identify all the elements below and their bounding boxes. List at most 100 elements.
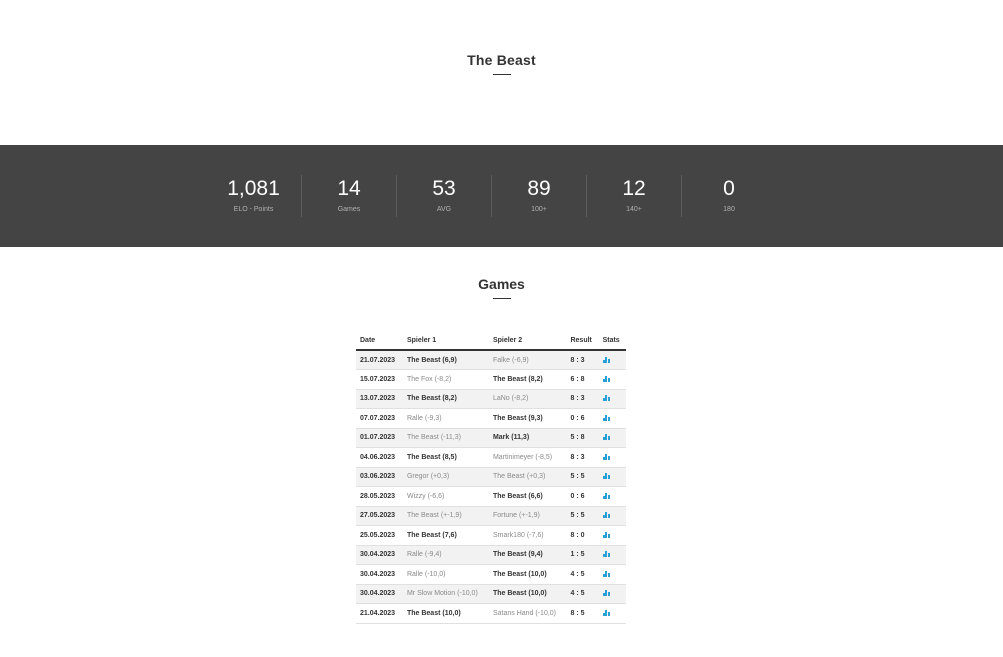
game-result: 8 : 3 bbox=[566, 350, 599, 370]
stats-chart-icon[interactable] bbox=[602, 531, 610, 538]
player-name[interactable]: Falke bbox=[493, 357, 510, 364]
stats-chart-icon[interactable] bbox=[602, 356, 610, 363]
table-row: 21.07.2023 The Beast (6,9) Falke (-6,9) 8 :… bbox=[356, 350, 626, 370]
player1-cell: The Beast (7,6) bbox=[402, 525, 489, 546]
player-name[interactable]: Ralle bbox=[407, 551, 423, 558]
game-date: 21.07.2023 bbox=[356, 350, 403, 370]
player-name[interactable]: The Beast bbox=[407, 395, 440, 402]
stats-chart-icon[interactable] bbox=[602, 434, 610, 441]
game-date: 30.04.2023 bbox=[356, 564, 403, 585]
stats-chart-icon[interactable] bbox=[602, 551, 610, 558]
stat-value: 12 bbox=[622, 177, 646, 200]
player-score: (-6,6) bbox=[427, 492, 445, 500]
player-name[interactable]: The Beast bbox=[407, 512, 439, 519]
game-stats-cell bbox=[598, 389, 626, 409]
stats-chart-icon[interactable] bbox=[602, 453, 610, 460]
game-stats-cell bbox=[598, 369, 626, 390]
column-header-result[interactable]: Result bbox=[566, 332, 599, 351]
game-date: 03.06.2023 bbox=[356, 467, 403, 487]
game-stats-cell bbox=[598, 525, 626, 546]
player1-cell: The Beast (6,9) bbox=[402, 350, 489, 370]
player-score: (8,2) bbox=[442, 395, 457, 403]
player-score: (-9,4) bbox=[424, 551, 442, 559]
player-name[interactable]: Ralle bbox=[407, 415, 423, 422]
player-name[interactable]: Mr Slow Motion bbox=[407, 590, 455, 597]
player1-cell: The Fox (-8,2) bbox=[402, 369, 489, 390]
game-date: 28.05.2023 bbox=[356, 486, 403, 507]
player2-cell: Fortune (+-1,9) bbox=[488, 506, 567, 526]
player-name[interactable]: The Beast bbox=[493, 473, 525, 480]
player-score: (8,2) bbox=[528, 375, 543, 383]
player-name[interactable]: The Beast bbox=[407, 532, 440, 539]
player-name[interactable]: The Beast bbox=[493, 571, 526, 578]
player-name[interactable]: Satans Hand bbox=[493, 610, 533, 617]
player-name[interactable]: The Fox bbox=[407, 376, 433, 383]
player-name[interactable]: The Beast bbox=[493, 590, 526, 597]
player-name[interactable]: The Beast bbox=[407, 434, 439, 441]
player-name[interactable]: Ralle bbox=[407, 571, 423, 578]
stat-value: 0 bbox=[723, 177, 735, 200]
player-name[interactable]: Gregor bbox=[407, 473, 429, 480]
player-name[interactable]: Fortune bbox=[493, 512, 517, 519]
stats-chart-icon[interactable] bbox=[602, 492, 610, 499]
stat-label: 180 bbox=[723, 206, 735, 213]
game-result: 5 : 5 bbox=[566, 467, 599, 487]
game-stats-cell bbox=[598, 506, 626, 526]
player-name[interactable]: Martinimeyer bbox=[493, 454, 533, 461]
game-date: 21.04.2023 bbox=[356, 603, 403, 624]
player-score: (10,0) bbox=[442, 609, 461, 617]
stats-chart-icon[interactable] bbox=[602, 473, 610, 480]
player-name[interactable]: Mark bbox=[493, 434, 509, 441]
player-score: (-9,3) bbox=[424, 414, 442, 422]
player-name[interactable]: Smark180 bbox=[493, 532, 525, 539]
table-row: 04.06.2023 The Beast (8,5) Martinimeyer (-… bbox=[356, 447, 626, 468]
games-body: 21.07.2023 The Beast (6,9) Falke (-6,9) 8 :… bbox=[356, 350, 626, 624]
player2-cell: Mark (11,3) bbox=[488, 428, 567, 448]
stats-chart-icon[interactable] bbox=[602, 395, 610, 402]
player-score: (-8,2) bbox=[511, 395, 529, 403]
stats-band: 1,081 ELO - Points 14 Games 53 AVG 89 10… bbox=[0, 145, 1003, 247]
stat-value: 14 bbox=[337, 177, 361, 200]
column-header-date[interactable]: Date bbox=[356, 332, 403, 351]
game-result: 8 : 5 bbox=[566, 603, 599, 624]
table-row: 15.07.2023 The Fox (-8,2) The Beast (8,2) 6… bbox=[356, 369, 626, 390]
player2-cell: The Beast (6,6) bbox=[488, 486, 567, 507]
game-result: 5 : 5 bbox=[566, 506, 599, 526]
page-title: The Beast bbox=[467, 52, 536, 68]
game-date: 01.07.2023 bbox=[356, 428, 403, 448]
game-date: 15.07.2023 bbox=[356, 369, 403, 390]
player1-cell: Ralle (-9,3) bbox=[402, 408, 489, 429]
table-row: 03.06.2023 Gregor (+0,3) The Beast (+0,3) 5… bbox=[356, 467, 626, 487]
player-name[interactable]: The Beast bbox=[493, 551, 526, 558]
game-stats-cell bbox=[598, 584, 626, 604]
player-name[interactable]: The Beast bbox=[407, 357, 440, 364]
player1-cell: Ralle (-9,4) bbox=[402, 545, 489, 565]
player-score: (-10,0) bbox=[457, 590, 478, 598]
player-name[interactable]: The Beast bbox=[407, 454, 440, 461]
stats-chart-icon[interactable] bbox=[602, 512, 610, 519]
stats-chart-icon[interactable] bbox=[602, 590, 610, 597]
player-name[interactable]: The Beast bbox=[493, 376, 526, 383]
stats-chart-icon[interactable] bbox=[602, 609, 610, 616]
player-name[interactable]: The Beast bbox=[407, 610, 440, 617]
stat-label: 100+ bbox=[531, 206, 547, 213]
player1-cell: Wizzy (-6,6) bbox=[402, 486, 489, 507]
table-header-row: Date Spieler 1 Spieler 2 Result Stats bbox=[356, 332, 626, 351]
player-name[interactable]: The Beast bbox=[493, 415, 526, 422]
player-name[interactable]: Wizzy bbox=[407, 493, 426, 500]
stats-chart-icon[interactable] bbox=[602, 414, 610, 421]
stats-chart-icon[interactable] bbox=[602, 570, 610, 577]
player-score: (+-1,9) bbox=[519, 512, 540, 520]
game-result: 4 : 5 bbox=[566, 564, 599, 585]
stats-chart-icon[interactable] bbox=[602, 375, 610, 382]
game-result: 4 : 5 bbox=[566, 584, 599, 604]
player-name[interactable]: LaNo bbox=[493, 395, 510, 402]
player-score: (9,3) bbox=[528, 414, 543, 422]
column-header-player1[interactable]: Spieler 1 bbox=[402, 332, 489, 351]
player1-cell: Ralle (-10,0) bbox=[402, 564, 489, 585]
column-header-player2[interactable]: Spieler 2 bbox=[488, 332, 567, 351]
column-header-stats[interactable]: Stats bbox=[598, 332, 626, 351]
stat-100-plus: 89 100+ bbox=[491, 175, 586, 217]
player-name[interactable]: The Beast bbox=[493, 493, 526, 500]
stat-value: 89 bbox=[527, 177, 551, 200]
